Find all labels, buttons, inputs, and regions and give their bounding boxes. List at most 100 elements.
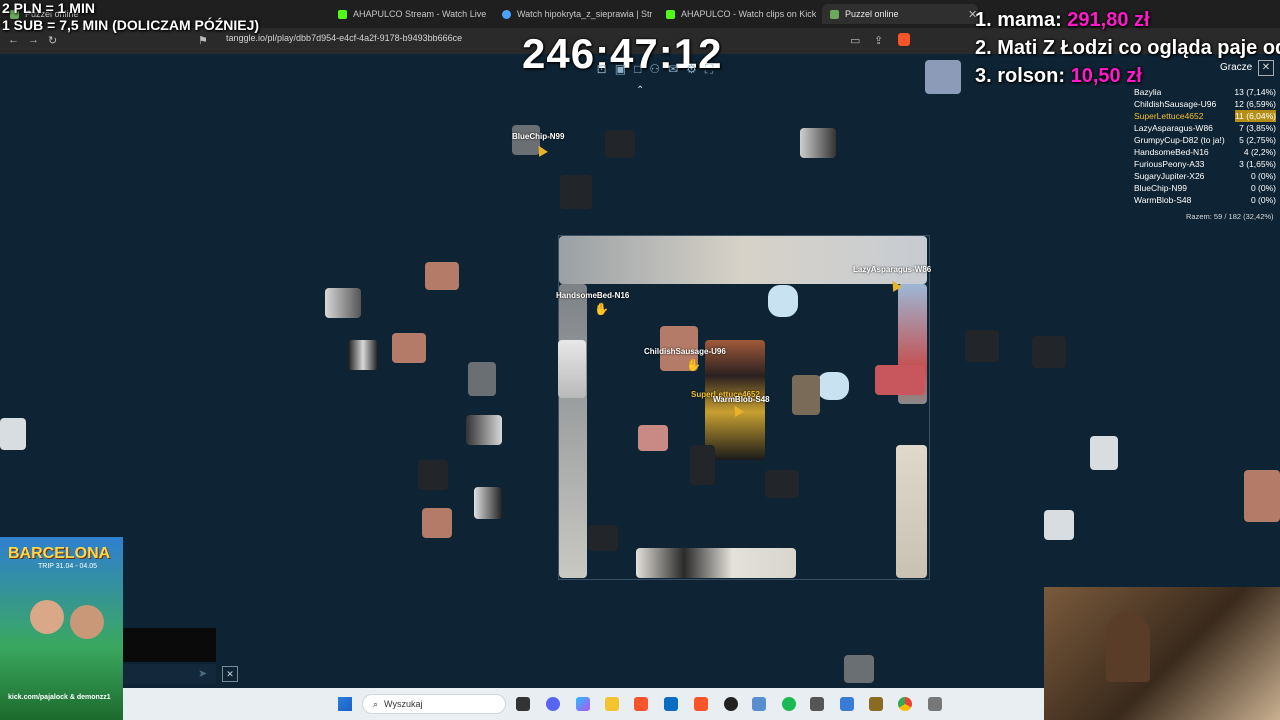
- puzzle-piece-group[interactable]: [559, 284, 587, 578]
- cursor-label-warmblob: WarmBlob-S48: [713, 395, 770, 404]
- donation-rule-line-2: 1 SUB = 7,5 MIN (DOLICZAM PÓŹNIEJ): [2, 17, 260, 33]
- puzzle-toolbar: ⊡ ▣ □ ⚇ ✉ ⚙ ⛶: [560, 58, 750, 80]
- kick-favicon-icon: [666, 9, 675, 19]
- promo-title: BARCELONA: [8, 545, 111, 562]
- settings-app-icon[interactable]: [928, 697, 942, 711]
- copilot-icon[interactable]: [576, 697, 590, 711]
- photos-icon[interactable]: [752, 697, 766, 711]
- brave-browser-icon[interactable]: [694, 697, 708, 711]
- cursor-label-handsomebed: HandsomeBed-N16: [556, 291, 630, 300]
- puzzle-piece[interactable]: [792, 375, 820, 415]
- tab-ahapulco-stream[interactable]: AHAPULCO Stream - Watch Live on Kick: [338, 4, 488, 24]
- player-name: Bazylia: [1134, 87, 1162, 97]
- player-row: WarmBlob-S48 0 (0%): [1134, 194, 1276, 206]
- obs-icon[interactable]: [724, 697, 738, 711]
- calculator-icon[interactable]: [810, 697, 824, 711]
- donor-name: rolson:: [997, 65, 1066, 87]
- puzzle-piece[interactable]: [348, 340, 378, 370]
- player-row: LazyAsparagus-W86 7 (3,85%): [1134, 122, 1276, 134]
- close-players-icon[interactable]: ✕: [1258, 60, 1274, 76]
- expand-icon[interactable]: ✕: [222, 666, 238, 682]
- puzzle-piece[interactable]: [925, 60, 961, 94]
- puzzle-piece[interactable]: [474, 487, 502, 519]
- cast-icon[interactable]: ▭: [850, 34, 860, 47]
- players-icon[interactable]: ⚇: [649, 62, 660, 76]
- settings-icon[interactable]: ⚙: [686, 62, 697, 76]
- puzzle-piece[interactable]: [558, 340, 586, 398]
- puzzle-piece[interactable]: [605, 130, 635, 158]
- puzzle-piece[interactable]: [875, 365, 925, 395]
- puzzle-piece[interactable]: [965, 330, 999, 362]
- puzzle-piece[interactable]: [1044, 510, 1074, 540]
- tab-puzzel-online-active[interactable]: Puzzel online: [822, 4, 978, 24]
- puzzle-piece-group[interactable]: [559, 236, 927, 284]
- forward-icon[interactable]: →: [28, 34, 39, 46]
- grab-hand-icon: ✋: [594, 302, 609, 316]
- notepad-icon[interactable]: [840, 697, 854, 711]
- puzzle-piece[interactable]: [425, 262, 459, 290]
- players-panel-title: Gracze: [1220, 62, 1253, 73]
- edges-icon[interactable]: ⊡: [597, 62, 607, 76]
- donor-amount: 10,50 zł: [1070, 65, 1142, 87]
- bookmark-icon[interactable]: ⚑: [198, 34, 208, 47]
- brave-icon[interactable]: [634, 697, 648, 711]
- store-icon[interactable]: [664, 697, 678, 711]
- brave-shield-icon[interactable]: [898, 33, 910, 46]
- box-icon[interactable]: □: [634, 62, 641, 76]
- puzzle-piece[interactable]: [690, 445, 715, 485]
- spotify-icon[interactable]: [782, 697, 796, 711]
- puzzle-piece[interactable]: [817, 372, 849, 400]
- player-score: 0 (0%): [1250, 171, 1276, 181]
- cursor-label-childishsausage: ChildishSausage-U96: [644, 347, 726, 356]
- tab-hipokryta-stream[interactable]: Watch hipokryta_z_sieprawia | Stream: [502, 4, 652, 24]
- puzzle-piece[interactable]: [560, 175, 592, 209]
- streamer-figure: [1106, 612, 1150, 682]
- task-view-icon[interactable]: [516, 697, 530, 711]
- puzzle-piece-group[interactable]: [896, 445, 927, 578]
- image-preview-icon[interactable]: ▣: [615, 62, 626, 76]
- puzzle-piece[interactable]: [418, 460, 448, 490]
- puzzle-piece[interactable]: [588, 525, 618, 551]
- donor-rank: 2.: [975, 37, 992, 59]
- player-name: WarmBlob-S48: [1134, 195, 1192, 205]
- reload-icon[interactable]: ↻: [48, 34, 57, 47]
- send-icon[interactable]: ➤: [198, 667, 207, 680]
- puzzle-piece-group[interactable]: [636, 548, 796, 578]
- start-icon[interactable]: [338, 697, 352, 711]
- puzzle-piece[interactable]: [0, 418, 26, 450]
- fullscreen-icon[interactable]: ⛶: [705, 62, 713, 77]
- puzzle-piece[interactable]: [1090, 436, 1118, 470]
- puzzle-piece[interactable]: [765, 470, 799, 498]
- player-score: 12 (6,59%): [1234, 99, 1276, 109]
- app-icon[interactable]: [869, 697, 883, 711]
- puzzle-piece[interactable]: [768, 285, 798, 317]
- avatar: [70, 605, 104, 639]
- puzzle-piece[interactable]: [800, 128, 836, 158]
- puzzle-piece[interactable]: [422, 508, 452, 538]
- puzzle-piece[interactable]: [844, 655, 874, 683]
- player-row-highlighted: SuperLettuce4652 11 (6,04%): [1134, 110, 1276, 122]
- puzzle-piece[interactable]: [325, 288, 361, 318]
- back-icon[interactable]: ←: [8, 34, 19, 46]
- player-row: ChildishSausage-U96 12 (6,59%): [1134, 98, 1276, 110]
- donor-name: Mati Z Łodzi co ogląda paje od: [997, 37, 1280, 59]
- taskbar-search[interactable]: ⌕ Wyszukaj: [362, 694, 506, 714]
- donor-rank: 1.: [975, 9, 992, 31]
- discord-icon[interactable]: [546, 697, 560, 711]
- tab-ahapulco-clips[interactable]: AHAPULCO - Watch clips on Kick: [666, 4, 816, 24]
- file-explorer-icon[interactable]: [605, 697, 619, 711]
- puzzle-piece[interactable]: [468, 362, 496, 396]
- player-row: HandsomeBed-N16 4 (2,2%): [1134, 146, 1276, 158]
- url-field[interactable]: tanggle.io/pl/play/dbb7d954-e4cf-4a2f-91…: [226, 33, 462, 43]
- share-icon[interactable]: ⇪: [874, 34, 883, 47]
- chrome-icon[interactable]: [898, 697, 912, 711]
- player-name: LazyAsparagus-W86: [1134, 123, 1213, 133]
- puzzle-piece[interactable]: [638, 425, 668, 451]
- puzzle-piece[interactable]: [1244, 470, 1280, 522]
- collapse-toolbar-icon[interactable]: ⌃: [636, 85, 644, 96]
- player-row: Bazylia 13 (7,14%): [1134, 86, 1276, 98]
- puzzle-piece[interactable]: [392, 333, 426, 363]
- puzzle-piece[interactable]: [466, 415, 502, 445]
- puzzle-piece[interactable]: [1032, 336, 1066, 368]
- chat-icon[interactable]: ✉: [668, 62, 678, 76]
